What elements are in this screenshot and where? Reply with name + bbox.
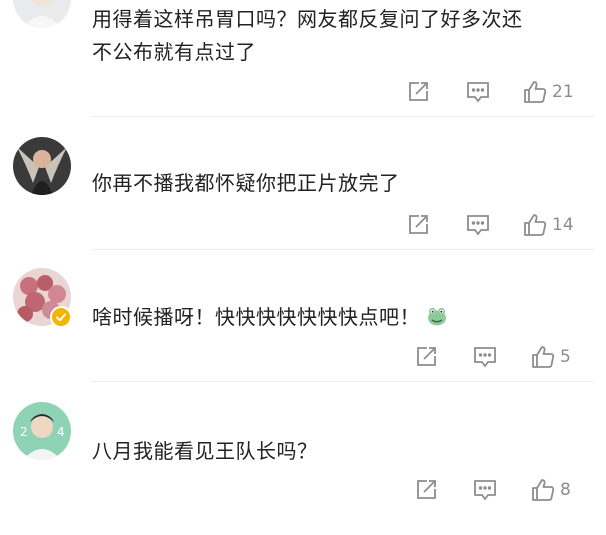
like-button[interactable]: 5	[530, 342, 571, 372]
thumbs-up-icon	[532, 479, 555, 501]
comment-text: 你再不播我都怀疑你把正片放完了	[92, 171, 400, 195]
verified-badge-icon	[50, 306, 72, 328]
svg-text:2: 2	[20, 425, 28, 439]
share-icon	[417, 480, 436, 499]
thumbs-up-icon	[524, 214, 547, 236]
comment-text: 八月我能看见王队长吗？	[92, 439, 318, 463]
share-icon	[409, 82, 428, 101]
comment-actions: 8	[0, 475, 606, 505]
comment-button[interactable]	[465, 77, 491, 107]
divider	[92, 249, 594, 250]
comment-text: 用得着这样吊胃口吗？网友都反复问了好多次还 不公布就有点过了	[92, 3, 584, 69]
comment-text-line: 用得着这样吊胃口吗？网友都反复问了好多次还	[92, 7, 523, 31]
comment-button[interactable]	[472, 475, 498, 505]
comment-actions: 21	[0, 77, 606, 107]
thumbs-up-icon	[524, 81, 547, 103]
frog-emoji-icon	[426, 304, 448, 337]
comment-icon	[474, 480, 496, 501]
thumbs-up-icon	[532, 346, 555, 368]
like-count: 8	[560, 480, 571, 500]
share-button[interactable]	[414, 342, 438, 372]
comment-icon	[467, 82, 489, 103]
avatar[interactable]	[13, 0, 71, 28]
like-button[interactable]: 14	[522, 210, 574, 240]
share-button[interactable]	[406, 210, 430, 240]
share-icon	[417, 347, 436, 366]
share-button[interactable]	[414, 475, 438, 505]
comment-text-content: 啥时候播呀！快快快快快快快点吧！	[92, 305, 420, 329]
comment-icon	[474, 347, 496, 368]
comment-actions: 5	[0, 342, 606, 372]
comment-text: 啥时候播呀！快快快快快快快点吧！	[92, 301, 584, 337]
like-count: 14	[552, 215, 574, 235]
like-count: 5	[560, 347, 571, 367]
avatar[interactable]: 2 4	[13, 402, 71, 460]
like-button[interactable]: 8	[530, 475, 571, 505]
comment-actions: 14	[0, 210, 606, 240]
comment-button[interactable]	[465, 210, 491, 240]
like-count: 21	[552, 82, 574, 102]
comment-text-line: 不公布就有点过了	[92, 40, 256, 64]
share-icon	[409, 215, 428, 234]
comment-button[interactable]	[472, 342, 498, 372]
svg-text:4: 4	[57, 425, 65, 439]
divider	[92, 116, 594, 117]
comment-icon	[467, 215, 489, 236]
divider	[92, 381, 594, 382]
avatar[interactable]	[13, 137, 71, 195]
share-button[interactable]	[406, 77, 430, 107]
like-button[interactable]: 21	[522, 77, 574, 107]
